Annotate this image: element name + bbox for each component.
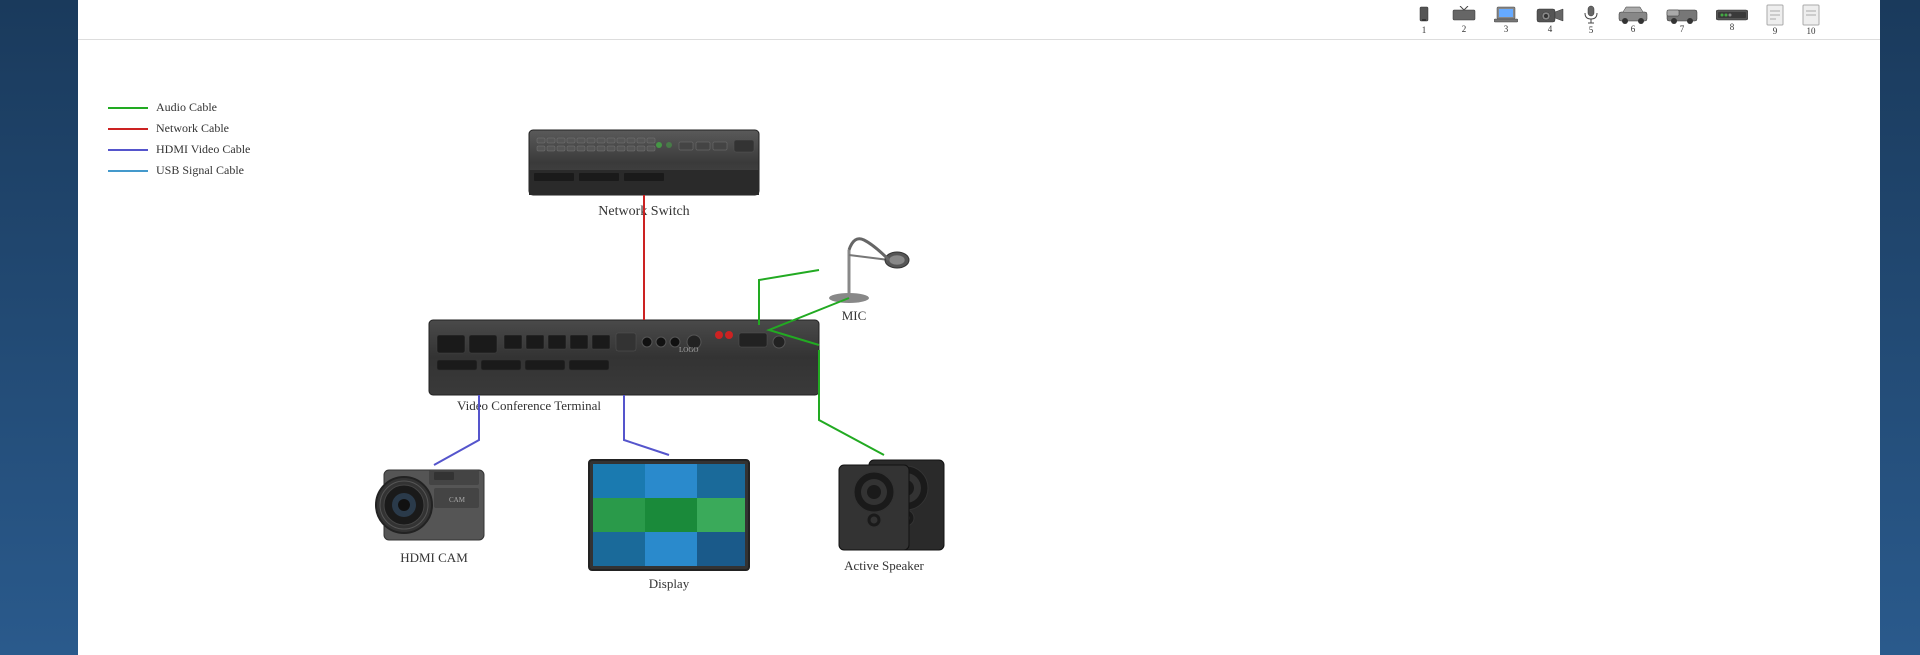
device-icon-7[interactable]: 7	[1666, 6, 1698, 34]
icon-label-9: 9	[1773, 26, 1778, 36]
device-icons-row: 1 2 3	[1414, 4, 1820, 36]
device-icon-2[interactable]: 2	[1452, 6, 1476, 34]
audio-cable-line	[108, 107, 148, 109]
device-icon-1[interactable]: 1	[1414, 5, 1434, 35]
speaker-group: Active Speaker	[839, 460, 944, 573]
hdmi-cable-label: HDMI Video Cable	[156, 142, 250, 157]
mic-label: MIC	[842, 308, 867, 323]
audio-cable-label: Audio Cable	[156, 100, 217, 115]
display-group: Display	[589, 460, 749, 591]
device-icon-4[interactable]: 4	[1536, 6, 1564, 34]
cam-label: HDMI CAM	[400, 550, 468, 565]
diagram-svg: Network Switch MIC	[78, 40, 1880, 655]
icon-label-6: 6	[1631, 24, 1636, 34]
usb-cable-label: USB Signal Cable	[156, 163, 244, 178]
vct-group: Video Conference Terminal LOGO	[429, 320, 819, 413]
legend-network: Network Cable	[108, 121, 250, 136]
usb-cable-line	[108, 170, 148, 172]
icon-label-3: 3	[1504, 24, 1509, 34]
legend-hdmi: HDMI Video Cable	[108, 142, 250, 157]
hdmi-cable-line	[108, 149, 148, 151]
icon-label-7: 7	[1680, 24, 1685, 34]
icon-label-1: 1	[1422, 25, 1427, 35]
device-icon-10[interactable]: 10	[1802, 4, 1820, 36]
icon-label-4: 4	[1548, 24, 1553, 34]
network-cable-line	[108, 128, 148, 130]
vct-brand: LOGO	[679, 346, 698, 354]
speaker-label: Active Speaker	[844, 558, 924, 573]
mic-group: MIC	[829, 239, 909, 323]
device-icon-3[interactable]: 3	[1494, 6, 1518, 34]
cam-group: CAM HDMI CAM	[376, 470, 484, 565]
right-sidebar	[1880, 0, 1920, 655]
top-bar: 1 2 3	[78, 0, 1880, 40]
network-switch-group: Network Switch	[529, 130, 759, 219]
legend: Audio Cable Network Cable HDMI Video Cab…	[108, 100, 250, 178]
diagram-area: Audio Cable Network Cable HDMI Video Cab…	[78, 40, 1880, 655]
legend-usb: USB Signal Cable	[108, 163, 250, 178]
legend-audio: Audio Cable	[108, 100, 250, 115]
icon-label-10: 10	[1807, 26, 1816, 36]
icon-label-8: 8	[1730, 22, 1735, 32]
network-cable-label: Network Cable	[156, 121, 229, 136]
left-sidebar	[0, 0, 78, 655]
icon-label-5: 5	[1589, 25, 1594, 35]
network-switch-label: Network Switch	[598, 204, 689, 219]
device-icon-9[interactable]: 9	[1766, 4, 1784, 36]
icon-label-2: 2	[1462, 24, 1467, 34]
display-label: Display	[649, 576, 690, 591]
device-icon-8[interactable]: 8	[1716, 8, 1748, 32]
main-content: 1 2 3	[78, 0, 1880, 655]
device-icon-6[interactable]: 6	[1618, 6, 1648, 34]
device-icon-5[interactable]: 5	[1582, 5, 1600, 35]
vct-label: Video Conference Terminal	[457, 398, 601, 413]
cam-brand: CAM	[449, 496, 466, 504]
